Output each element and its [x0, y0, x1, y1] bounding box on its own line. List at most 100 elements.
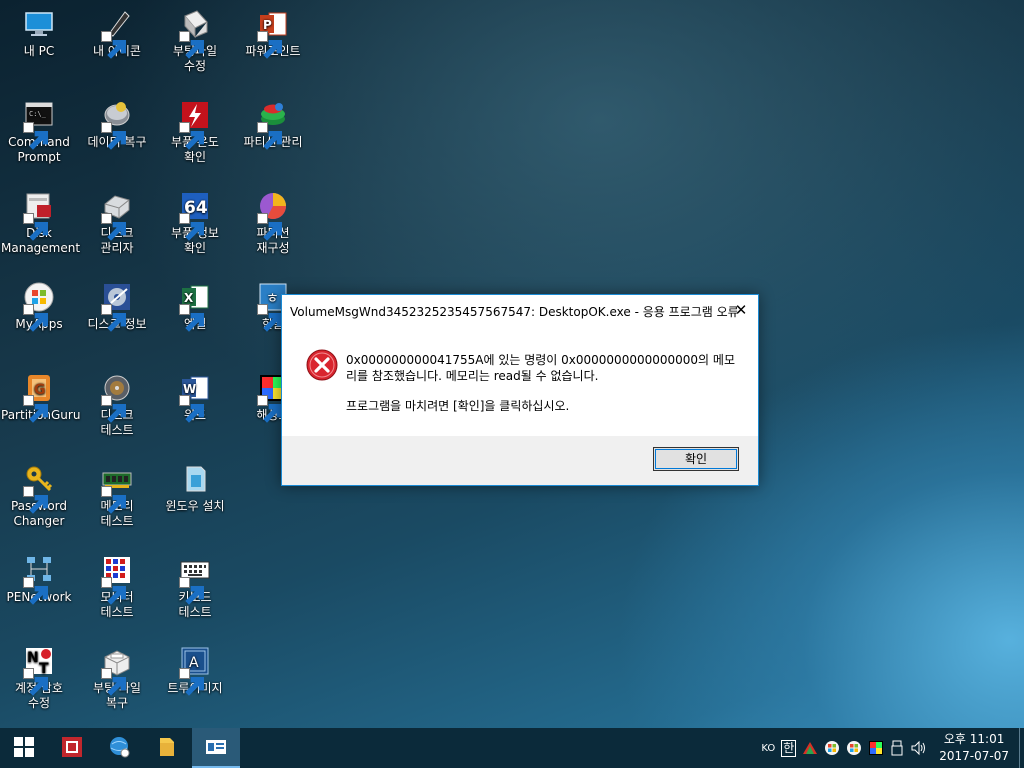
desktop-icon-excel[interactable]: X 엑셀 [157, 281, 233, 332]
data-recovery-icon [101, 99, 133, 150]
shortcut-arrow-icon [101, 668, 126, 696]
show-desktop-button[interactable] [1019, 728, 1024, 768]
desktop-icon-boot-file-edit[interactable]: 부팅파일 수정 [157, 8, 233, 74]
shortcut-arrow-icon [23, 486, 48, 514]
hard-drive-icon [101, 190, 133, 241]
shortcut-arrow-icon [101, 213, 126, 241]
key-icon [23, 463, 55, 514]
dialog-close-button[interactable]: ✕ [724, 295, 758, 325]
windows-logo-icon [14, 736, 34, 760]
usb-drive-icon[interactable] [890, 740, 904, 756]
shortcut-arrow-icon [101, 31, 126, 59]
shortcut-arrow-icon [257, 304, 282, 332]
desktop-icon-account-password[interactable]: NT 계정 암호 수정 [1, 645, 77, 711]
desktop-icon-partition-rebuild[interactable]: 파티션 재구성 [235, 190, 311, 256]
shortcut-arrow-icon [23, 668, 48, 696]
shortcut-arrow-icon [179, 668, 204, 696]
shortcut-arrow-icon [101, 486, 126, 514]
shortcut-arrow-icon [257, 122, 282, 150]
shortcut-arrow-icon [101, 395, 126, 423]
desktop-icon-true-image[interactable]: A 트루이미지 [157, 645, 233, 696]
taskbar: KO 한 오후 11:01 2017-07-07 [0, 728, 1024, 768]
svg-text:N: N [27, 650, 39, 666]
desktop-icon-disk-management[interactable]: Disk Management [1, 190, 80, 256]
desktop-icon-memory-test[interactable]: 메모리 테스트 [79, 463, 155, 529]
tray-resolution-icon[interactable] [868, 740, 884, 756]
shortcut-arrow-icon [23, 213, 48, 241]
shortcut-arrow-icon [179, 213, 204, 241]
tray-app-icon-1[interactable] [824, 740, 840, 756]
taskbar-app-file-explorer[interactable] [144, 728, 192, 768]
clock-date: 2017-07-07 [939, 749, 1009, 763]
desktop-icon-disk-manager[interactable]: 디스크 관리자 [79, 190, 155, 256]
pie-chart-icon [257, 190, 289, 241]
start-button[interactable] [0, 728, 48, 768]
nt-password-icon: NT [23, 645, 55, 696]
desktop-icon-penetwork[interactable]: PENetwork [1, 554, 77, 605]
ime-label: 한 [781, 739, 797, 757]
svg-text:P: P [263, 18, 272, 32]
ok-button[interactable]: 확인 [653, 447, 739, 471]
system-tray: KO 한 오후 11:01 2017-07-07 [758, 728, 1024, 768]
desktop-icon-my-pc[interactable]: 내 PC [1, 8, 77, 59]
volume-icon[interactable] [910, 740, 928, 756]
shortcut-arrow-icon [101, 122, 126, 150]
terminal-icon: C:\_ [23, 99, 55, 150]
disk-info-icon [101, 281, 133, 332]
cpu-z-64-icon: 64 [179, 190, 211, 241]
taskbar-app-explorer-plus[interactable] [48, 728, 96, 768]
desktop-icon-disk-info[interactable]: 디스크 정보 [79, 281, 155, 332]
dialog-title: VolumeMsgWnd3452325235457567547: Desktop… [290, 305, 739, 319]
keyboard-icon [179, 554, 211, 605]
svg-text:W: W [183, 382, 196, 396]
shortcut-arrow-icon [23, 577, 48, 605]
windows-install-icon [179, 463, 211, 495]
desktop-icon-part-info[interactable]: 64 부품 정보 확인 [157, 190, 233, 256]
tray-triangle-icon[interactable] [802, 740, 818, 756]
desktop-icon-command-prompt[interactable]: C:\_ Command Prompt [1, 99, 77, 165]
tray-app-icon-2[interactable] [846, 740, 862, 756]
taskbar-app-browser[interactable] [96, 728, 144, 768]
shortcut-arrow-icon [101, 577, 126, 605]
clock[interactable]: 오후 11:01 2017-07-07 [939, 731, 1009, 765]
svg-text:C:\_: C:\_ [29, 110, 47, 118]
desktop-icon-label: 윈도우 설치 [165, 499, 225, 513]
language-indicator[interactable]: KO [761, 743, 775, 754]
svg-text:X: X [184, 291, 194, 305]
desktop-icon-word[interactable]: W 워드 [157, 372, 233, 423]
desktop-icon-keyboard-test[interactable]: 키보드 테스트 [157, 554, 233, 620]
taskbar-app-desktopok[interactable] [192, 728, 240, 768]
excel-icon: X [179, 281, 211, 332]
desktop-icon-label: 내 PC [23, 44, 55, 58]
disk-management-icon [23, 190, 55, 241]
desktop-icon-myapps[interactable]: MyApps [1, 281, 77, 332]
desktop-icon-disk-test[interactable]: 디스크 테스트 [79, 372, 155, 438]
error-dialog: VolumeMsgWnd3452325235457567547: Desktop… [281, 294, 759, 486]
desktop-icon-monitor-test[interactable]: 모니터 테스트 [79, 554, 155, 620]
ime-indicator[interactable]: 한 [781, 739, 797, 757]
dialog-footer: 확인 [282, 436, 758, 485]
folder-icon [156, 735, 180, 762]
desktop-icon-part-temperature[interactable]: 부품 온도 확인 [157, 99, 233, 165]
disk-test-icon [101, 372, 133, 423]
desktop-icon-boot-repair[interactable]: 부팅 파일 복구 [79, 645, 155, 711]
desktop-icon-windows-install[interactable]: 윈도우 설치 [157, 463, 233, 514]
desktop-icon-password-changer[interactable]: Password Changer [1, 463, 77, 529]
desktop-icon-data-recovery[interactable]: 데이터 복구 [79, 99, 155, 150]
shortcut-arrow-icon [257, 395, 282, 423]
desktop-icon-powerpoint[interactable]: P 파워포인트 [235, 8, 311, 59]
shortcut-arrow-icon [179, 577, 204, 605]
shortcut-arrow-icon [23, 395, 48, 423]
partitionguru-icon: G [23, 372, 55, 423]
shortcut-arrow-icon [23, 122, 48, 150]
globe-icon [108, 735, 132, 762]
shortcut-arrow-icon [257, 31, 282, 59]
close-icon: ✕ [734, 301, 748, 319]
dialog-title-bar[interactable]: VolumeMsgWnd3452325235457567547: Desktop… [282, 295, 758, 325]
boot-file-edit-icon [179, 8, 211, 59]
shortcut-arrow-icon [23, 304, 48, 332]
dialog-instruction: 프로그램을 마치려면 [확인]을 클릭하십시오. [346, 399, 570, 413]
desktop-icon-partitionguru[interactable]: G PartitionGuru [1, 372, 80, 423]
desktop-icon-my-icons[interactable]: 내 아이콘 [79, 8, 155, 59]
desktop-icon-partition-management[interactable]: 파티션 관리 [235, 99, 311, 150]
